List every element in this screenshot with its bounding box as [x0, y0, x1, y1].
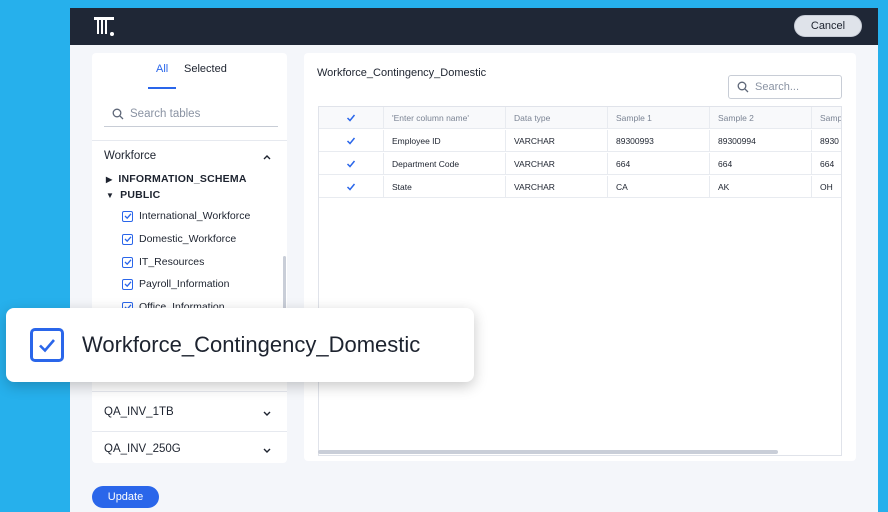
table-title: Workforce_Contingency_Domestic — [317, 67, 487, 79]
sample-cell: 664 — [607, 153, 709, 175]
sample-cell: AK — [709, 176, 811, 198]
column-search-placeholder: Search... — [755, 81, 800, 93]
table-name: International_Workforce — [139, 210, 251, 222]
sample-cell: 664 — [811, 153, 841, 175]
caret-down-icon: ▼ — [106, 191, 115, 200]
chevron-down-icon[interactable] — [262, 445, 272, 455]
table-name: Domestic_Workforce — [139, 233, 237, 245]
search-icon — [737, 81, 749, 93]
data-type-cell: VARCHAR — [505, 130, 607, 152]
tab-selected[interactable]: Selected — [184, 63, 227, 75]
sample-cell: 89300994 — [709, 130, 811, 152]
sample-cell: 664 — [709, 153, 811, 175]
table-row: Employee ID VARCHAR 89300993 89300994 89… — [319, 130, 841, 152]
table-preview-panel: Workforce_Contingency_Domestic Search...… — [304, 53, 856, 461]
sample-cell: OH — [811, 176, 841, 198]
connection-qa-inv-1tb[interactable]: QA_INV_1TB — [104, 406, 174, 418]
sample-cell: 8930 — [811, 130, 841, 152]
table-selector-panel: All Selected Search tables Workforce ▶ IN… — [92, 53, 287, 463]
divider — [92, 391, 287, 392]
column-search-input[interactable]: Search... — [728, 75, 842, 99]
table-item[interactable]: International_Workforce — [122, 210, 250, 222]
data-type-cell: VARCHAR — [505, 176, 607, 198]
table-name: Payroll_Information — [139, 278, 230, 290]
search-icon — [112, 108, 124, 119]
divider — [92, 140, 287, 141]
table-row: State VARCHAR CA AK OH — [319, 176, 841, 198]
caret-right-icon: ▶ — [106, 175, 113, 184]
cancel-button[interactable]: Cancel — [794, 15, 862, 37]
divider — [92, 431, 287, 432]
schema-information-schema[interactable]: ▶ INFORMATION_SCHEMA — [106, 173, 247, 185]
chevron-up-icon[interactable] — [262, 152, 272, 162]
columns-table: 'Enter column name' Data type Sample 1 S… — [318, 106, 842, 456]
column-name-cell[interactable]: Employee ID — [383, 130, 505, 152]
table-item[interactable]: Domestic_Workforce — [122, 233, 236, 245]
column-header: Sample 2 — [709, 107, 811, 129]
schema-public[interactable]: ▼ PUBLIC — [106, 189, 160, 201]
row-checkbox[interactable] — [319, 153, 383, 175]
horizontal-scrollbar[interactable] — [318, 450, 778, 454]
table-item[interactable]: Payroll_Information — [122, 278, 229, 290]
tab-all[interactable]: All — [156, 63, 168, 75]
update-button[interactable]: Update — [92, 486, 159, 508]
sample-cell: CA — [607, 176, 709, 198]
table-item[interactable]: IT_Resources — [122, 256, 204, 268]
connection-workforce[interactable]: Workforce — [104, 150, 156, 162]
column-header: Samp — [811, 107, 841, 129]
active-tab-indicator — [148, 87, 176, 89]
select-all-checkbox[interactable] — [319, 107, 383, 129]
checkbox-checked-icon[interactable] — [30, 328, 64, 362]
row-checkbox[interactable] — [319, 130, 383, 152]
row-checkbox[interactable] — [319, 176, 383, 198]
checkbox-checked-icon[interactable] — [122, 210, 133, 222]
checkbox-checked-icon[interactable] — [122, 256, 133, 268]
column-header: Sample 1 — [607, 107, 709, 129]
checkmark-icon — [346, 114, 356, 122]
column-header: 'Enter column name' — [383, 107, 505, 129]
table-row: Department Code VARCHAR 664 664 664 — [319, 153, 841, 175]
chevron-down-icon[interactable] — [262, 408, 272, 418]
checkbox-checked-icon[interactable] — [122, 278, 133, 290]
thoughtspot-logo-icon — [94, 15, 116, 37]
search-tables-input[interactable]: Search tables — [104, 101, 278, 127]
connection-qa-inv-250g[interactable]: QA_INV_250G — [104, 443, 181, 455]
column-name-cell[interactable]: Department Code — [383, 153, 505, 175]
table-name: IT_Resources — [139, 256, 205, 268]
top-bar: Cancel — [70, 8, 878, 45]
checkmark-icon — [346, 160, 356, 168]
selected-table-callout[interactable]: Workforce_Contingency_Domestic — [6, 308, 474, 382]
data-type-cell: VARCHAR — [505, 153, 607, 175]
sample-cell: 89300993 — [607, 130, 709, 152]
column-header: Data type — [505, 107, 607, 129]
checkmark-icon — [346, 137, 356, 145]
app-window: Cancel All Selected Search tables Workfo… — [70, 8, 878, 512]
table-header-row: 'Enter column name' Data type Sample 1 S… — [319, 107, 841, 129]
search-tables-placeholder: Search tables — [130, 107, 201, 120]
callout-table-name: Workforce_Contingency_Domestic — [82, 332, 421, 357]
checkbox-checked-icon[interactable] — [122, 233, 133, 245]
filter-tabs: All Selected — [92, 53, 287, 93]
column-name-cell[interactable]: State — [383, 176, 505, 198]
checkmark-icon — [346, 183, 356, 191]
